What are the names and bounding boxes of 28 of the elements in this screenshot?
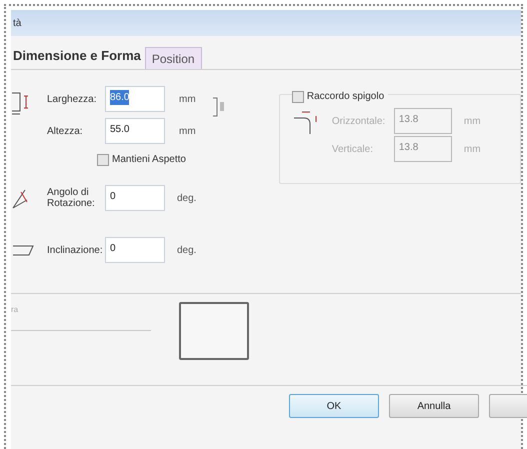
unit-label: mm xyxy=(464,142,481,156)
dialog-button[interactable] xyxy=(489,394,527,418)
tab[interactable]: Position xyxy=(144,47,202,69)
input-field[interactable]: 0 xyxy=(105,237,165,263)
unit-label: mm xyxy=(179,124,196,138)
field-label: Larghezza: xyxy=(47,92,98,106)
dialog-button[interactable]: Annulla xyxy=(389,394,479,418)
field-label: Angolo di Rotazione: xyxy=(47,187,96,209)
checkbox-label: Mantieni Aspetto xyxy=(112,153,186,167)
unit-label: mm xyxy=(464,114,481,128)
field-label: Inclinazione: xyxy=(47,244,104,258)
input-field[interactable]: 0 xyxy=(105,185,165,211)
checkbox[interactable] xyxy=(97,154,109,166)
link-bracket-icon xyxy=(212,96,226,118)
field-label: Orizzontale: xyxy=(332,114,386,128)
unit-label: mm xyxy=(179,92,196,106)
input-field[interactable]: 86.0 xyxy=(105,86,165,112)
window-title: tà xyxy=(13,16,22,30)
field-label: Verticale: xyxy=(332,142,374,156)
unit-label: deg. xyxy=(177,192,196,206)
checkbox-label: Raccordo spigolo xyxy=(306,90,384,104)
slant-icon xyxy=(11,243,35,257)
input-field[interactable]: 55.0 xyxy=(105,118,165,144)
shape-preview xyxy=(179,302,249,360)
dialog-button[interactable]: OK xyxy=(289,394,379,418)
field-label: Altezza: xyxy=(47,124,84,138)
preview-label: ra xyxy=(11,304,20,316)
unit-label: deg. xyxy=(177,244,196,258)
